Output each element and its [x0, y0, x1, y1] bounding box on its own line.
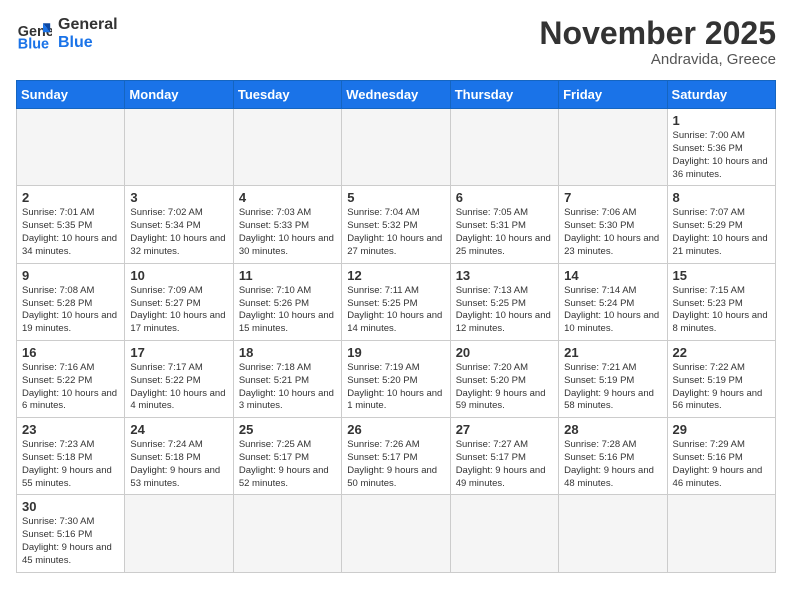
day-30: 30 Sunrise: 7:30 AMSunset: 5:16 PMDaylig… — [17, 495, 125, 572]
day-8: 8 Sunrise: 7:07 AMSunset: 5:29 PMDayligh… — [667, 186, 775, 263]
day-12: 12 Sunrise: 7:11 AMSunset: 5:25 PMDaylig… — [342, 263, 450, 340]
day-2: 2 Sunrise: 7:01 AMSunset: 5:35 PMDayligh… — [17, 186, 125, 263]
day-21: 21 Sunrise: 7:21 AMSunset: 5:19 PMDaylig… — [559, 340, 667, 417]
header-friday: Friday — [559, 81, 667, 109]
day-13: 13 Sunrise: 7:13 AMSunset: 5:25 PMDaylig… — [450, 263, 558, 340]
logo-general-text: General — [58, 16, 118, 34]
day-27: 27 Sunrise: 7:27 AMSunset: 5:17 PMDaylig… — [450, 418, 558, 495]
day-25: 25 Sunrise: 7:25 AMSunset: 5:17 PMDaylig… — [233, 418, 341, 495]
day-23: 23 Sunrise: 7:23 AMSunset: 5:18 PMDaylig… — [17, 418, 125, 495]
day-15: 15 Sunrise: 7:15 AMSunset: 5:23 PMDaylig… — [667, 263, 775, 340]
day-10: 10 Sunrise: 7:09 AMSunset: 5:27 PMDaylig… — [125, 263, 233, 340]
day-11: 11 Sunrise: 7:10 AMSunset: 5:26 PMDaylig… — [233, 263, 341, 340]
empty-cell — [17, 109, 125, 186]
empty-cell — [233, 495, 341, 572]
day-17: 17 Sunrise: 7:17 AMSunset: 5:22 PMDaylig… — [125, 340, 233, 417]
sunrise-1: Sunrise: 7:00 AM — [673, 130, 745, 141]
week-row-1: 1 Sunrise: 7:00 AM Sunset: 5:36 PM Dayli… — [17, 109, 776, 186]
svg-text:Blue: Blue — [18, 36, 49, 52]
logo: General Blue General Blue — [16, 16, 118, 52]
week-row-6: 30 Sunrise: 7:30 AMSunset: 5:16 PMDaylig… — [17, 495, 776, 572]
empty-cell — [667, 495, 775, 572]
day-16: 16 Sunrise: 7:16 AMSunset: 5:22 PMDaylig… — [17, 340, 125, 417]
week-row-5: 23 Sunrise: 7:23 AMSunset: 5:18 PMDaylig… — [17, 418, 776, 495]
header-tuesday: Tuesday — [233, 81, 341, 109]
day-22: 22 Sunrise: 7:22 AMSunset: 5:19 PMDaylig… — [667, 340, 775, 417]
logo-icon: General Blue — [16, 16, 52, 52]
day-info-1: Sunrise: 7:00 AM Sunset: 5:36 PM Dayligh… — [673, 130, 770, 181]
empty-cell — [450, 495, 558, 572]
day-28: 28 Sunrise: 7:28 AMSunset: 5:16 PMDaylig… — [559, 418, 667, 495]
logo-blue-text: Blue — [58, 34, 118, 52]
empty-cell — [125, 109, 233, 186]
empty-cell — [559, 495, 667, 572]
empty-cell — [450, 109, 558, 186]
day-24: 24 Sunrise: 7:24 AMSunset: 5:18 PMDaylig… — [125, 418, 233, 495]
page-header: General Blue General Blue November 2025 … — [16, 16, 776, 68]
header-wednesday: Wednesday — [342, 81, 450, 109]
daylight-1: Daylight: 10 hours and 36 minutes. — [673, 156, 768, 180]
day-6: 6 Sunrise: 7:05 AMSunset: 5:31 PMDayligh… — [450, 186, 558, 263]
day-1: 1 Sunrise: 7:00 AM Sunset: 5:36 PM Dayli… — [667, 109, 775, 186]
week-row-3: 9 Sunrise: 7:08 AMSunset: 5:28 PMDayligh… — [17, 263, 776, 340]
title-block: November 2025 Andravida, Greece — [539, 16, 776, 68]
empty-cell — [342, 495, 450, 572]
week-row-2: 2 Sunrise: 7:01 AMSunset: 5:35 PMDayligh… — [17, 186, 776, 263]
empty-cell — [559, 109, 667, 186]
day-5: 5 Sunrise: 7:04 AMSunset: 5:32 PMDayligh… — [342, 186, 450, 263]
week-row-4: 16 Sunrise: 7:16 AMSunset: 5:22 PMDaylig… — [17, 340, 776, 417]
day-14: 14 Sunrise: 7:14 AMSunset: 5:24 PMDaylig… — [559, 263, 667, 340]
day-9: 9 Sunrise: 7:08 AMSunset: 5:28 PMDayligh… — [17, 263, 125, 340]
header-thursday: Thursday — [450, 81, 558, 109]
header-monday: Monday — [125, 81, 233, 109]
day-number-1: 1 — [673, 113, 770, 128]
day-19: 19 Sunrise: 7:19 AMSunset: 5:20 PMDaylig… — [342, 340, 450, 417]
day-7: 7 Sunrise: 7:06 AMSunset: 5:30 PMDayligh… — [559, 186, 667, 263]
weekday-header-row: Sunday Monday Tuesday Wednesday Thursday… — [17, 81, 776, 109]
day-29: 29 Sunrise: 7:29 AMSunset: 5:16 PMDaylig… — [667, 418, 775, 495]
day-26: 26 Sunrise: 7:26 AMSunset: 5:17 PMDaylig… — [342, 418, 450, 495]
month-title: November 2025 — [539, 16, 776, 51]
empty-cell — [125, 495, 233, 572]
empty-cell — [342, 109, 450, 186]
header-sunday: Sunday — [17, 81, 125, 109]
day-20: 20 Sunrise: 7:20 AMSunset: 5:20 PMDaylig… — [450, 340, 558, 417]
empty-cell — [233, 109, 341, 186]
location: Andravida, Greece — [539, 51, 776, 68]
day-18: 18 Sunrise: 7:18 AMSunset: 5:21 PMDaylig… — [233, 340, 341, 417]
day-4: 4 Sunrise: 7:03 AMSunset: 5:33 PMDayligh… — [233, 186, 341, 263]
header-saturday: Saturday — [667, 81, 775, 109]
sunset-1: Sunset: 5:36 PM — [673, 143, 743, 154]
day-3: 3 Sunrise: 7:02 AMSunset: 5:34 PMDayligh… — [125, 186, 233, 263]
calendar-table: Sunday Monday Tuesday Wednesday Thursday… — [16, 80, 776, 573]
